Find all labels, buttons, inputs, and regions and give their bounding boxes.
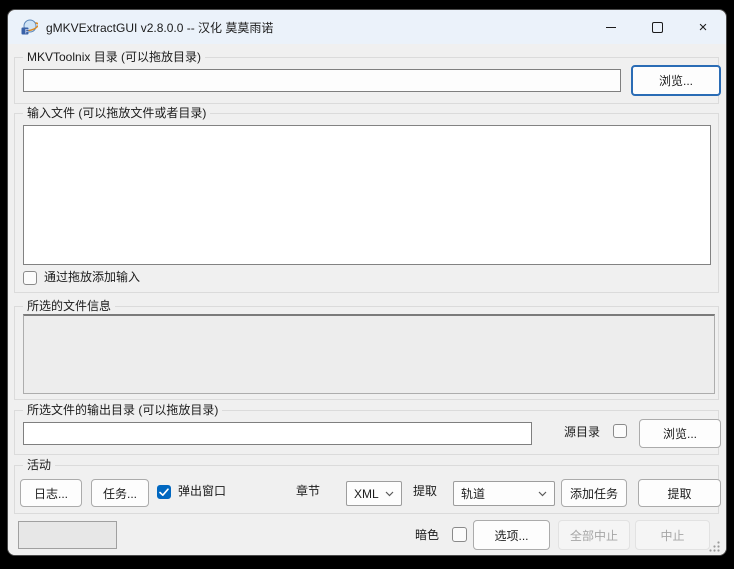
extract-mode-label: 提取	[413, 484, 437, 499]
svg-text:F: F	[25, 28, 29, 35]
drag-drop-add-checkbox-label: 通过拖放添加输入	[44, 270, 140, 285]
abort-all-button[interactable]: 全部中止	[558, 520, 630, 550]
dark-mode-label: 暗色	[415, 528, 439, 543]
resize-grip-icon[interactable]	[707, 539, 721, 553]
minimize-icon[interactable]	[588, 10, 634, 44]
output-dir-group: 所选文件的输出目录 (可以拖放目录) 源目录 浏览...	[14, 410, 719, 455]
source-dir-checkbox[interactable]	[613, 424, 627, 438]
client-area: MKVToolnix 目录 (可以拖放目录) 浏览... 输入文件 (可以拖放文…	[8, 44, 726, 556]
chapter-label: 章节	[296, 484, 320, 499]
caption-buttons: ×	[588, 10, 726, 44]
activity-group: 活动 日志... 任务... 弹出窗口 章节 XML 提取 轨道	[14, 465, 719, 514]
extract-button[interactable]: 提取	[638, 479, 721, 507]
file-info-group-label: 所选的文件信息	[23, 299, 115, 314]
mkvtoolnix-browse-button[interactable]: 浏览...	[631, 65, 721, 96]
source-dir-label: 源目录	[564, 425, 600, 440]
output-browse-button[interactable]: 浏览...	[639, 419, 721, 448]
chapter-type-selected: XML	[354, 487, 379, 501]
mkvtoolnix-dir-group-label: MKVToolnix 目录 (可以拖放目录)	[23, 50, 205, 65]
dark-mode-checkbox[interactable]	[452, 527, 467, 542]
extract-mode-selected: 轨道	[461, 485, 485, 502]
titlebar: F gMKVExtractGUI v2.8.0.0 -- 汉化 莫莫雨诺 ×	[8, 10, 726, 44]
abort-button[interactable]: 中止	[635, 520, 710, 550]
popup-window-checkbox[interactable]	[157, 485, 171, 499]
input-files-group: 输入文件 (可以拖放文件或者目录) 通过拖放添加输入	[14, 113, 719, 293]
progress-bar	[18, 521, 117, 549]
popup-window-checkbox-label: 弹出窗口	[178, 484, 226, 499]
window-title: gMKVExtractGUI v2.8.0.0 -- 汉化 莫莫雨诺	[46, 19, 273, 36]
jobs-button[interactable]: 任务...	[91, 479, 149, 507]
add-job-button[interactable]: 添加任务	[561, 479, 627, 507]
activity-group-label: 活动	[23, 458, 55, 473]
output-dir-group-label: 所选文件的输出目录 (可以拖放目录)	[23, 403, 222, 418]
output-dir-input[interactable]	[23, 422, 532, 445]
mkvtoolnix-dir-input[interactable]	[23, 69, 621, 92]
app-window: F gMKVExtractGUI v2.8.0.0 -- 汉化 莫莫雨诺 × M…	[7, 9, 727, 556]
close-icon[interactable]: ×	[680, 10, 726, 44]
input-files-group-label: 输入文件 (可以拖放文件或者目录)	[23, 106, 210, 121]
file-info-textbox[interactable]	[23, 314, 715, 394]
drag-drop-add-checkbox[interactable]	[23, 271, 37, 285]
options-button[interactable]: 选项...	[473, 520, 550, 550]
chevron-down-icon	[385, 491, 394, 497]
chapter-type-combo[interactable]: XML	[346, 481, 402, 506]
mkvtoolnix-dir-group: MKVToolnix 目录 (可以拖放目录) 浏览...	[14, 57, 719, 104]
check-icon	[159, 488, 169, 497]
input-files-list[interactable]	[23, 125, 711, 265]
app-icon: F	[20, 18, 38, 36]
chevron-down-icon	[538, 491, 547, 497]
extract-mode-combo[interactable]: 轨道	[453, 481, 555, 506]
file-info-group: 所选的文件信息	[14, 306, 719, 400]
maximize-icon[interactable]	[634, 10, 680, 44]
log-button[interactable]: 日志...	[20, 479, 82, 507]
